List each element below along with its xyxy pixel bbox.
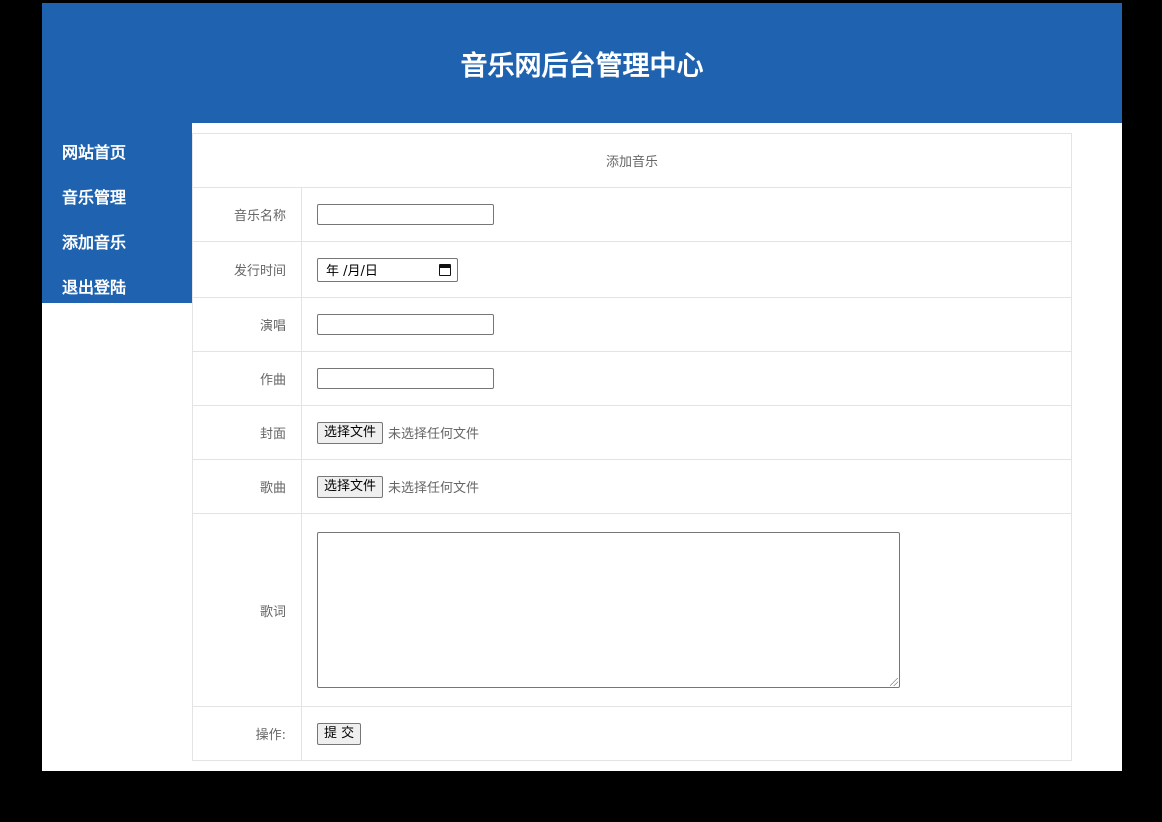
actions-label: 操作:	[192, 706, 302, 761]
form-row-actions: 操作: 提 交	[192, 706, 1072, 761]
singer-input[interactable]	[317, 314, 494, 335]
calendar-icon[interactable]	[439, 263, 451, 276]
lyrics-textarea[interactable]	[317, 532, 900, 688]
song-choose-file-button[interactable]: 选择文件	[317, 475, 384, 498]
cover-file-picker: 选择文件 未选择任何文件	[317, 421, 480, 444]
site-title: 音乐网后台管理中心	[460, 50, 704, 82]
song-label: 歌曲	[192, 459, 302, 514]
form-row-song: 歌曲 选择文件 未选择任何文件	[192, 459, 1072, 514]
sidebar-item-home[interactable]: 网站首页	[42, 123, 192, 168]
form-row-singer: 演唱	[192, 297, 1072, 352]
sidebar-item-add-music[interactable]: 添加音乐	[42, 213, 192, 258]
song-file-picker: 选择文件 未选择任何文件	[317, 475, 480, 498]
form-row-cover: 封面 选择文件 未选择任何文件	[192, 405, 1072, 460]
main-content: 添加音乐 音乐名称 发行时间 年 /月/日 演唱 作曲 封面 选择文件 未选择任…	[192, 133, 1072, 761]
form-title: 添加音乐	[192, 133, 1072, 188]
form-row-release-date: 发行时间 年 /月/日	[192, 241, 1072, 298]
composer-label: 作曲	[192, 351, 302, 406]
cover-label: 封面	[192, 405, 302, 460]
submit-button[interactable]: 提 交	[317, 722, 362, 745]
date-placeholder: 年 /月/日	[326, 264, 378, 279]
header-banner: 音乐网后台管理中心	[42, 3, 1122, 123]
release-date-label: 发行时间	[192, 241, 302, 298]
music-name-input[interactable]	[317, 204, 494, 225]
form-row-lyrics: 歌词	[192, 513, 1072, 707]
form-row-composer: 作曲	[192, 351, 1072, 406]
lyrics-label: 歌词	[192, 513, 302, 707]
page-background: 音乐网后台管理中心 网站首页 音乐管理 添加音乐 退出登陆 添加音乐 音乐名称	[0, 0, 1162, 822]
composer-input[interactable]	[317, 368, 494, 389]
admin-panel: 音乐网后台管理中心 网站首页 音乐管理 添加音乐 退出登陆 添加音乐 音乐名称	[42, 3, 1122, 771]
singer-label: 演唱	[192, 297, 302, 352]
form-row-name: 音乐名称	[192, 187, 1072, 242]
add-music-form: 添加音乐 音乐名称 发行时间 年 /月/日 演唱 作曲 封面 选择文件 未选择任…	[192, 133, 1072, 761]
sidebar-item-music-management[interactable]: 音乐管理	[42, 168, 192, 213]
sidebar-item-logout[interactable]: 退出登陆	[42, 258, 192, 303]
cover-file-status: 未选择任何文件	[388, 427, 480, 442]
resize-grip-icon[interactable]	[890, 678, 898, 686]
cover-choose-file-button[interactable]: 选择文件	[317, 421, 384, 444]
sidebar: 网站首页 音乐管理 添加音乐 退出登陆	[42, 123, 192, 303]
song-file-status: 未选择任何文件	[388, 481, 480, 496]
release-date-input[interactable]: 年 /月/日	[317, 257, 458, 282]
music-name-label: 音乐名称	[192, 187, 302, 242]
